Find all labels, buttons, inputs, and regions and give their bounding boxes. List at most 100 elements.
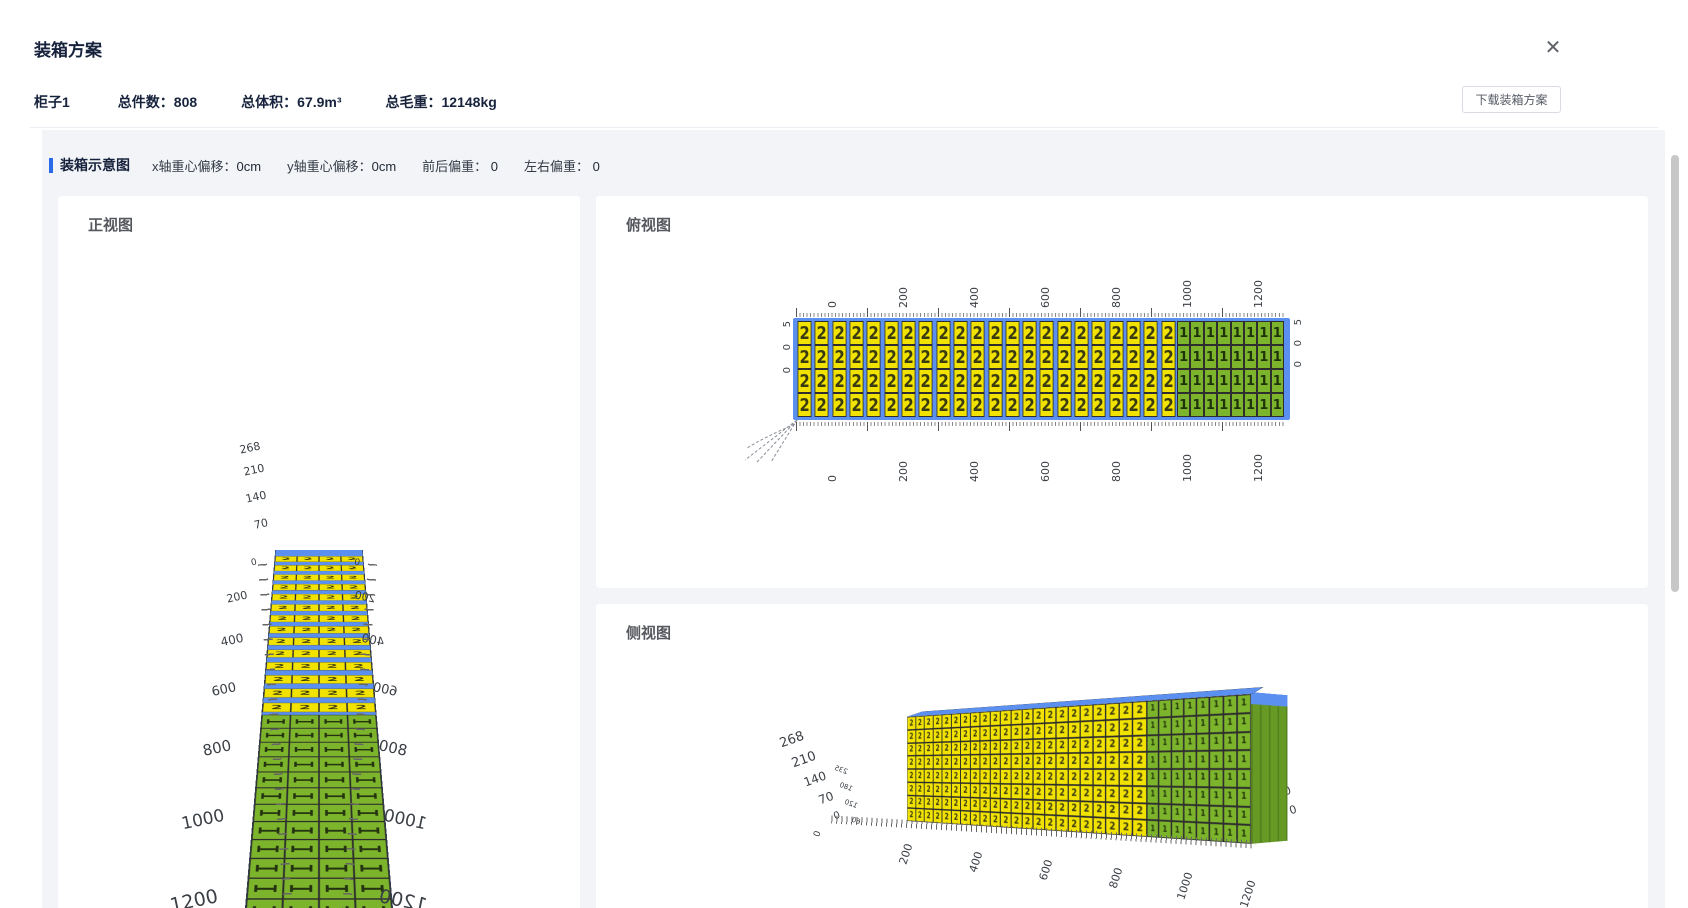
side-view-container: 2222222222222222222222222222222222222222… [907, 694, 1251, 844]
front-view-title: 正视图 [88, 214, 133, 235]
box-label-mark [294, 747, 313, 752]
box-label-mark [254, 885, 277, 892]
box-label-mark [291, 846, 313, 852]
page-title: 装箱方案 [34, 36, 102, 61]
side-bottom-axis-label: 1200 [1237, 879, 1258, 908]
top-view-axis-label: 800 [1110, 262, 1123, 308]
total-weight: 总毛重：12148kg [386, 92, 497, 112]
top-view-axis-label: 1200 [1252, 262, 1265, 308]
side-view-front-face: 2222222222222222222222222222222222222222… [907, 694, 1251, 844]
box-label-mark [324, 747, 343, 752]
box-label-mark [357, 810, 378, 816]
front-right-axis-label: 1200 [377, 885, 429, 908]
box-label-mark [358, 827, 380, 833]
side-bottom-axis-label: 200 [897, 842, 916, 866]
top-view-axis-label: 600 [1039, 262, 1052, 308]
vertical-scrollbar[interactable] [1671, 155, 1679, 592]
container-roof [906, 687, 1263, 717]
download-plan-button[interactable]: 下载装箱方案 [1462, 86, 1561, 113]
front-left-axis-label: 1200 [168, 885, 220, 908]
diagram-info-bar: 装箱示意图 x轴重心偏移：0cm y轴重心偏移：0cm 前后偏重： 0 左右偏重… [49, 155, 626, 175]
perspective-guide-lines [743, 418, 799, 469]
top-view-width-label-fragment: 0 [782, 344, 793, 350]
top-view-title: 俯视图 [626, 214, 671, 235]
header-divider [30, 127, 1658, 128]
side-bottom-axis-label: 400 [967, 850, 986, 874]
side-bottom-axis-label: 600 [1037, 858, 1056, 882]
top-view-axis-label: 1200 [1252, 436, 1265, 482]
side-bottom-axis-label: 800 [1107, 866, 1126, 890]
side-right-axis-label: 0 [1288, 803, 1299, 818]
box-label-mark [324, 733, 343, 738]
box-label-mark [290, 885, 313, 892]
box-label-mark [293, 793, 314, 799]
top-view-axis-label: 600 [1039, 436, 1052, 482]
box-label-mark [292, 810, 313, 816]
top-view-axis-label: 1000 [1181, 262, 1194, 308]
box-label-mark [324, 719, 343, 723]
container-end-face [1251, 692, 1288, 844]
top-view-width-label-fragment: 0 [1293, 361, 1304, 367]
top-view-axis-label: 0 [826, 436, 839, 482]
box-label-mark [325, 827, 347, 833]
top-view-axis-label: 1000 [1181, 436, 1194, 482]
box-label-mark [295, 719, 314, 723]
total-volume: 总体积：67.9m³ [241, 92, 341, 112]
side-view-chart: 2222222222222222222222222222222222222222… [691, 694, 1251, 844]
front-left-axis-label: 800 [201, 736, 233, 760]
top-view-width-label-fragment: 0 [1293, 340, 1304, 346]
diagram-title: 装箱示意图 [60, 155, 130, 175]
box-label-mark [325, 777, 345, 782]
top-view-upper-ticks [796, 308, 1286, 317]
top-view-width-label-fragment: 5 [1293, 319, 1304, 325]
top-view-axis-label: 400 [968, 262, 981, 308]
top-view-yellow-boxes: 2222222222222222222222222222222222222222… [796, 321, 1177, 417]
box-label-mark [324, 762, 344, 767]
side-view-title: 侧视图 [626, 622, 671, 643]
top-view-axis-label: 800 [1110, 436, 1123, 482]
summary-row: 柜子1 总件数：808 总体积：67.9m³ 总毛重：12148kg [34, 90, 541, 114]
front-view-green-boxes [245, 715, 393, 908]
box-label-mark [360, 865, 383, 872]
box-label-mark [325, 793, 346, 799]
front-left-axis-label: 400 [219, 631, 244, 649]
front-view-card: 正视图 222222222222222222222222222222222222… [58, 196, 580, 908]
top-view-card: 俯视图 222222222222222222222222222222222222… [596, 196, 1648, 588]
top-view-axis-label: 400 [968, 436, 981, 482]
side-view-green-boxes: 1111111111111111111111111111111111111111… [1147, 694, 1251, 844]
top-view-container: 2222222222222222222222222222222222222222… [793, 318, 1290, 420]
box-label-mark [290, 865, 313, 872]
top-view-green-boxes: 11111111111111111111111111111111 [1177, 321, 1284, 417]
x-offset: x轴重心偏移：0cm [152, 156, 261, 175]
box-label-mark [325, 810, 346, 816]
box-label-mark [295, 733, 314, 738]
top-view-axis-label: 200 [897, 436, 910, 482]
top-view-width-label-fragment: 0 [782, 367, 793, 373]
top-view-width-label-fragment: 5 [782, 321, 793, 327]
accent-bar [49, 158, 53, 173]
box-label-mark [325, 846, 347, 852]
side-view-yellow-boxes: 2222222222222222222222222222222222222222… [907, 701, 1147, 837]
dialog-body: 装箱示意图 x轴重心偏移：0cm y轴重心偏移：0cm 前后偏重： 0 左右偏重… [42, 130, 1665, 908]
front-left-axis-label: 1000 [180, 806, 226, 835]
top-view-lower-ticks [796, 422, 1286, 431]
top-view-axis-label: 0 [826, 262, 839, 308]
box-label-mark [292, 827, 314, 833]
box-label-mark [257, 846, 279, 852]
box-label-mark [258, 827, 280, 833]
top-view-axis-label: 200 [897, 262, 910, 308]
front-back-bias: 前后偏重： 0 [422, 156, 498, 175]
cabinet-label: 柜子1 [34, 92, 70, 112]
front-left-axis-label: 600 [210, 680, 237, 700]
box-label-mark [255, 865, 278, 872]
left-right-bias: 左右偏重： 0 [524, 156, 600, 175]
y-offset: y轴重心偏移：0cm [287, 156, 396, 175]
box-label-mark [359, 846, 381, 852]
packing-plan-dialog: 装箱方案 ✕ 柜子1 总件数：808 总体积：67.9m³ 总毛重：12148k… [0, 0, 1688, 908]
box-label-mark [294, 762, 314, 767]
close-icon[interactable]: ✕ [1540, 34, 1566, 60]
side-view-card: 侧视图 235180120602351801206002222222222222… [596, 604, 1648, 908]
box-label-mark [293, 777, 313, 782]
total-pieces: 总件数：808 [118, 92, 197, 112]
side-bottom-axis-label: 1000 [1174, 871, 1195, 902]
